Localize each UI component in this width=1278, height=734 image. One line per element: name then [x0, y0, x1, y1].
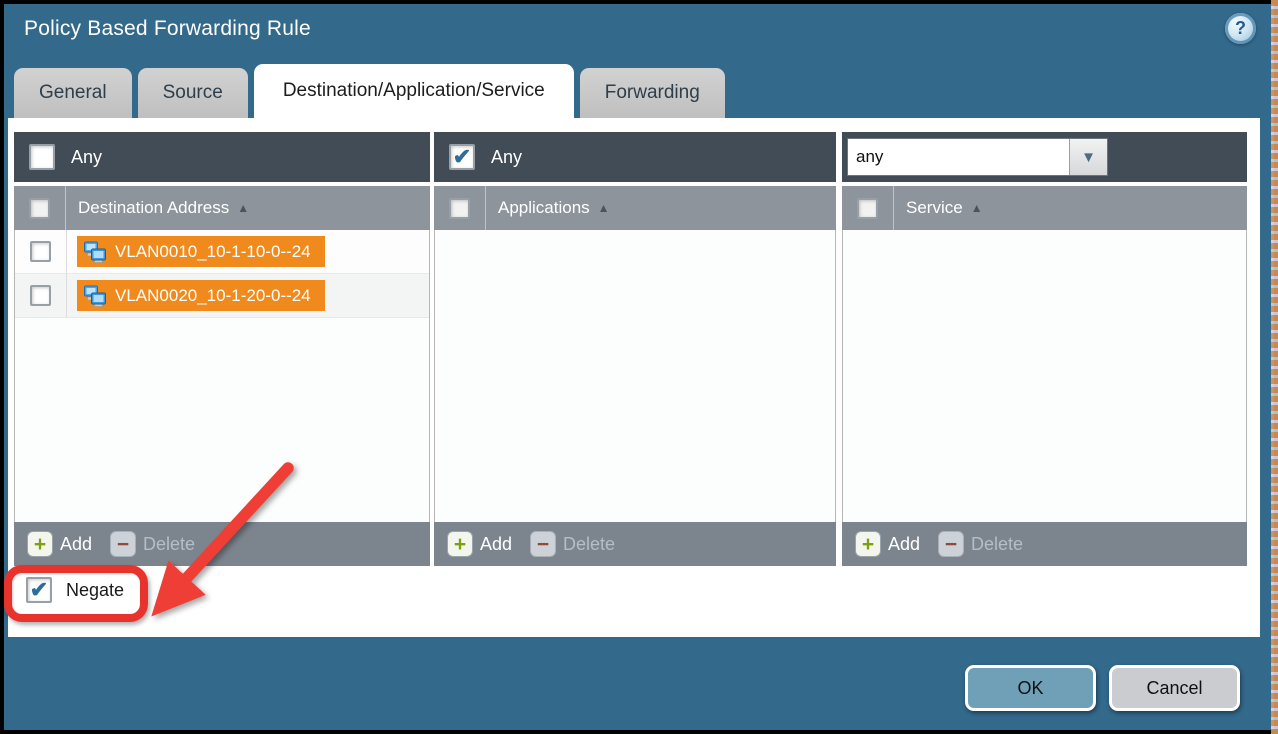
negate-label: Negate	[66, 580, 124, 601]
question-mark-glyph: ?	[1235, 18, 1246, 39]
destination-any-checkbox[interactable]	[29, 144, 55, 170]
service-dropdown-bar: any ▼	[842, 132, 1247, 182]
check-glyph: ✔	[30, 579, 48, 601]
network-address-icon	[83, 241, 107, 263]
delete-button[interactable]: − Delete	[530, 531, 615, 557]
service-list	[842, 230, 1247, 522]
add-button-label: Add	[60, 534, 92, 555]
service-column-header: Service	[906, 198, 963, 218]
delete-button-label: Delete	[971, 534, 1023, 555]
tab-source[interactable]: Source	[138, 68, 248, 118]
network-address-icon	[83, 285, 107, 307]
cancel-button[interactable]: Cancel	[1109, 665, 1240, 711]
help-icon[interactable]: ?	[1225, 13, 1256, 44]
row-checkbox[interactable]	[30, 241, 51, 262]
sort-asc-icon[interactable]: ▲	[598, 201, 610, 215]
address-object-chip[interactable]: VLAN0010_10-1-10-0--24	[77, 236, 325, 267]
header-checkbox-cell	[14, 186, 66, 230]
destination-any-label: Any	[71, 147, 102, 168]
service-dropdown-value: any	[848, 139, 1069, 175]
add-button[interactable]: + Add	[447, 531, 512, 557]
sort-asc-icon[interactable]: ▲	[237, 201, 249, 215]
destination-select-all-checkbox[interactable]	[29, 198, 50, 219]
destination-column-header: Destination Address	[78, 198, 229, 218]
tab-destination-application-service[interactable]: Destination/Application/Service	[254, 64, 574, 118]
applications-column: ✔ Any Applications ▲ + Add − Delete	[434, 132, 836, 566]
sort-asc-icon[interactable]: ▲	[971, 201, 983, 215]
service-toolbar: + Add − Delete	[842, 522, 1247, 566]
service-column: any ▼ Service ▲ + Add	[842, 132, 1247, 566]
applications-any-label: Any	[491, 147, 522, 168]
delete-button-label: Delete	[563, 534, 615, 555]
service-dropdown[interactable]: any ▼	[848, 139, 1107, 175]
destination-address-column: Any Destination Address ▲	[14, 132, 430, 566]
minus-icon: −	[530, 531, 556, 557]
destination-list: VLAN0010_10-1-10-0--24	[14, 230, 430, 522]
applications-toolbar: + Add − Delete	[434, 522, 836, 566]
row-checkbox-cell	[15, 230, 67, 273]
add-button-label: Add	[888, 534, 920, 555]
delete-button-label: Delete	[143, 534, 195, 555]
minus-icon: −	[110, 531, 136, 557]
row-checkbox-cell	[15, 274, 67, 317]
address-object-label: VLAN0020_10-1-20-0--24	[115, 286, 311, 306]
pbf-rule-dialog: Policy Based Forwarding Rule ? General S…	[0, 0, 1278, 734]
screenshot-edge-artifact	[1271, 0, 1278, 734]
negate-row: ✔ Negate	[26, 577, 124, 603]
list-item[interactable]: VLAN0010_10-1-10-0--24	[15, 230, 429, 274]
delete-button[interactable]: − Delete	[110, 531, 195, 557]
service-select-all-checkbox[interactable]	[857, 198, 878, 219]
check-glyph: ✔	[453, 146, 471, 168]
add-button[interactable]: + Add	[855, 531, 920, 557]
address-object-label: VLAN0010_10-1-10-0--24	[115, 242, 311, 262]
address-object-chip[interactable]: VLAN0020_10-1-20-0--24	[77, 280, 325, 311]
header-checkbox-cell	[434, 186, 486, 230]
plus-icon: +	[27, 531, 53, 557]
chevron-down-icon: ▼	[1081, 149, 1096, 166]
minus-icon: −	[938, 531, 964, 557]
ok-button[interactable]: OK	[965, 665, 1096, 711]
tab-content-panel: Any Destination Address ▲	[8, 118, 1260, 637]
applications-select-all-checkbox[interactable]	[449, 198, 470, 219]
destination-header-row: Destination Address ▲	[14, 186, 430, 230]
tab-bar: General Source Destination/Application/S…	[14, 64, 725, 118]
add-button[interactable]: + Add	[27, 531, 92, 557]
applications-list	[434, 230, 836, 522]
destination-toolbar: + Add − Delete	[14, 522, 430, 566]
applications-header-row: Applications ▲	[434, 186, 836, 230]
list-item[interactable]: VLAN0020_10-1-20-0--24	[15, 274, 429, 318]
applications-any-checkbox[interactable]: ✔	[449, 144, 475, 170]
plus-icon: +	[855, 531, 881, 557]
tab-general[interactable]: General	[14, 68, 132, 118]
applications-any-bar: ✔ Any	[434, 132, 836, 182]
header-checkbox-cell	[842, 186, 894, 230]
negate-checkbox[interactable]: ✔	[26, 577, 52, 603]
row-checkbox[interactable]	[30, 285, 51, 306]
plus-icon: +	[447, 531, 473, 557]
tab-forwarding[interactable]: Forwarding	[580, 68, 725, 118]
service-header-row: Service ▲	[842, 186, 1247, 230]
dropdown-arrow-button[interactable]: ▼	[1069, 139, 1107, 175]
delete-button[interactable]: − Delete	[938, 531, 1023, 557]
dialog-title: Policy Based Forwarding Rule	[24, 17, 311, 41]
applications-column-header: Applications	[498, 198, 590, 218]
add-button-label: Add	[480, 534, 512, 555]
destination-any-bar: Any	[14, 132, 430, 182]
